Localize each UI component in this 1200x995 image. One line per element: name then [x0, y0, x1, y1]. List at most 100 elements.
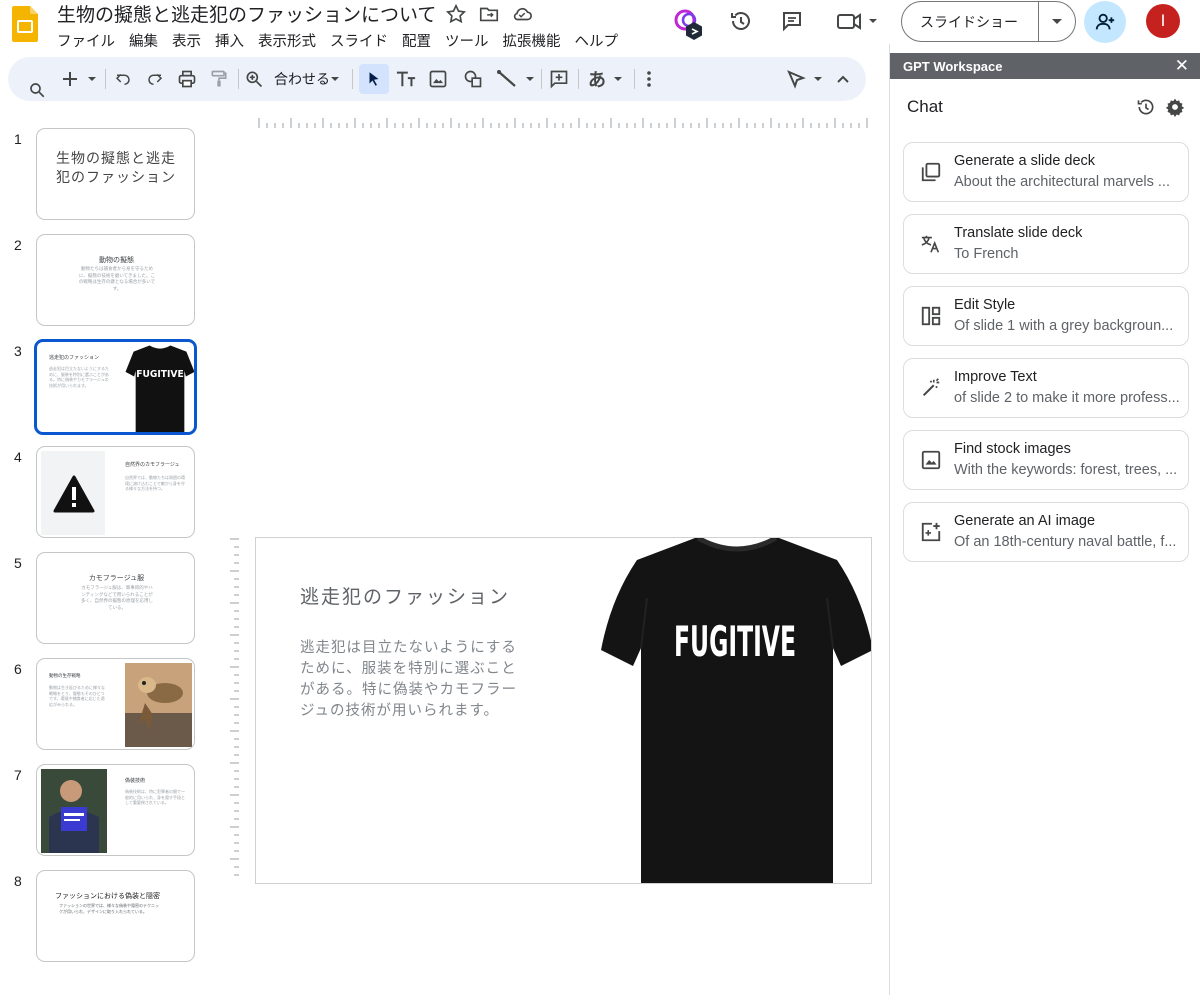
card-title: Generate an AI image	[954, 513, 1096, 529]
gpt-workspace-panel: GPT Workspace ✕ Chat Generate a slide de…	[889, 44, 1200, 995]
redo-icon	[148, 73, 163, 85]
select-tool[interactable]	[359, 64, 389, 94]
panel-title: GPT Workspace	[903, 58, 1003, 74]
menu-tools[interactable]: ツール	[445, 30, 489, 51]
slide-thumbnail-1[interactable]: 生物の擬態と逃走犯のファッション	[36, 128, 195, 220]
slideshow-dropdown[interactable]	[1039, 18, 1075, 26]
slide-thumbnail-5[interactable]: カモフラージュ服 カモフラージュ服は、軍事目的やハンティングなどで用いられること…	[36, 552, 195, 644]
search-menus-button[interactable]	[26, 79, 48, 101]
add-person-icon	[1095, 13, 1115, 30]
new-slide-button[interactable]	[60, 68, 98, 90]
close-icon[interactable]: ✕	[1175, 56, 1189, 76]
share-button[interactable]	[1084, 1, 1126, 43]
action-card-translate[interactable]: Translate slide deck To French	[903, 214, 1189, 274]
menu-extensions[interactable]: 拡張機能	[503, 30, 561, 51]
menu-view[interactable]: 表示	[172, 30, 201, 51]
thumb-title: 動物の擬態	[99, 256, 134, 264]
tshirt-thumbnail-image: FUGITIVE	[125, 345, 194, 432]
card-title: Generate a slide deck	[954, 153, 1096, 169]
vertical-ruler[interactable]	[229, 537, 239, 882]
menu-arrange[interactable]: 配置	[402, 30, 431, 51]
undo-icon	[115, 73, 130, 85]
add-comment-button[interactable]	[548, 68, 570, 90]
chat-label: Chat	[907, 97, 943, 116]
meet-call-icon[interactable]	[836, 9, 882, 33]
tshirt-image[interactable]: FUGITIVE	[601, 538, 872, 884]
slide-thumbnail-4[interactable]: 自然界のカモフラージュ 自然界では、動物たちは周囲の環境に溶け込むことで敵から身…	[36, 446, 195, 538]
menu-format[interactable]: 表示形式	[258, 30, 316, 51]
account-avatar[interactable]: I	[1146, 4, 1180, 38]
slide-thumbnail-2[interactable]: 動物の擬態 動物たちは捕食者から身を守るために、擬態の技術を磨いてきました。この…	[36, 234, 195, 326]
gpt-workspace-extension-icon[interactable]	[672, 8, 706, 42]
slide-thumbnail-8[interactable]: ファッションにおける偽装と隠密 ファッションの世界では、様々な偽装や隠密のテクニ…	[36, 870, 195, 962]
slide-number: 2	[14, 237, 22, 253]
menu-slide[interactable]: スライド	[330, 30, 388, 51]
slideshow-button[interactable]: スライドショー	[901, 1, 1076, 42]
action-card-stock-images[interactable]: Find stock images With the keywords: for…	[903, 430, 1189, 490]
menu-insert[interactable]: 挿入	[215, 30, 244, 51]
zoom-select[interactable]: 合わせる	[274, 68, 346, 90]
panel-header: GPT Workspace ✕	[890, 53, 1200, 79]
slide-thumbnail-7[interactable]: 偽装技術 偽装技術は、特に犯罪者の間で一般的に用いられ、身を隠す手段として重要視…	[36, 764, 195, 856]
plus-icon	[63, 72, 96, 86]
line-tool[interactable]	[496, 68, 536, 90]
star-icon[interactable]	[445, 3, 467, 25]
hiragana-a-icon: あ	[588, 70, 606, 91]
version-history-icon[interactable]	[729, 9, 753, 33]
action-card-ai-image[interactable]: Generate an AI image Of an 18th-century …	[903, 502, 1189, 562]
thumb-title: 生物の擬態と逃走犯のファッション	[56, 151, 176, 186]
pen-mode-button[interactable]	[786, 68, 826, 90]
card-subtitle: of slide 2 to make it more profess...	[954, 390, 1180, 406]
slide-thumbnail-6[interactable]: 動物の生存戦略 動物は生き延びるために様々な戦略をとり、擬態もそのひとつです。環…	[36, 658, 195, 750]
image-icon	[429, 70, 447, 88]
input-tools-button[interactable]: あ	[586, 68, 626, 91]
gear-icon[interactable]	[1165, 97, 1185, 117]
redo-button[interactable]	[144, 68, 166, 90]
cloud-saved-icon[interactable]	[511, 3, 533, 25]
more-options-button[interactable]	[640, 68, 658, 90]
card-subtitle: Of slide 1 with a grey backgroun...	[954, 318, 1174, 334]
shape-tool[interactable]	[462, 68, 484, 90]
slide-thumbnail-3[interactable]: 逃走犯のファッション 逃走犯は目立たないようにするために、服装を特別に選ぶことが…	[34, 339, 197, 435]
slide-body-text[interactable]: 逃走犯は目立たないようにするために、服装を特別に選ぶことがある。特に偽装やカモフ…	[300, 638, 525, 722]
cursor-icon	[369, 72, 379, 86]
magic-wand-icon	[922, 378, 940, 397]
menu-edit[interactable]: 編集	[129, 30, 158, 51]
chevron-down-icon	[614, 77, 622, 81]
slide-canvas[interactable]: 逃走犯のファッション 逃走犯は目立たないようにするために、服装を特別に選ぶことが…	[255, 537, 872, 884]
move-folder-icon[interactable]	[478, 3, 500, 25]
slideshow-label[interactable]: スライドショー	[902, 2, 1039, 41]
chevron-up-icon	[837, 75, 849, 83]
google-slides-app: 生物の擬態と逃走犯のファッションについて ファイル 編集 表示 挿入 表示形式 …	[0, 0, 1200, 995]
comments-icon[interactable]	[780, 9, 804, 33]
print-button[interactable]	[176, 68, 198, 90]
thumb-title: 自然界のカモフラージュ	[125, 462, 180, 468]
horizontal-ruler[interactable]	[257, 116, 870, 128]
history-icon[interactable]	[1136, 97, 1156, 117]
menu-help[interactable]: ヘルプ	[575, 30, 619, 51]
slide-title-text[interactable]: 逃走犯のファッション	[300, 582, 510, 609]
action-card-improve-text[interactable]: Improve Text of slide 2 to make it more …	[903, 358, 1189, 418]
card-subtitle: Of an 18th-century naval battle, f...	[954, 534, 1177, 550]
insert-image-tool[interactable]	[427, 68, 449, 90]
meerkat-photo	[125, 663, 192, 747]
thumb-body: 自然界では、動物たちは周囲の環境に溶け込むことで敵から身を守る様々な方法を持つ。	[125, 475, 185, 491]
undo-button[interactable]	[112, 68, 134, 90]
more-vert-icon	[647, 71, 651, 87]
card-title: Find stock images	[954, 441, 1071, 457]
action-card-edit-style[interactable]: Edit Style Of slide 1 with a grey backgr…	[903, 286, 1189, 346]
zoom-button[interactable]	[243, 68, 265, 90]
menu-file[interactable]: ファイル	[57, 30, 115, 51]
tshirt-text: FUGITIVE	[136, 369, 183, 380]
collapse-toolbar-button[interactable]	[832, 68, 854, 90]
warning-image	[41, 451, 105, 535]
paint-format-button[interactable]	[208, 68, 230, 90]
add-image-icon	[921, 522, 941, 542]
card-subtitle: About the architectural marvels ...	[954, 174, 1170, 190]
action-card-generate-deck[interactable]: Generate a slide deck About the architec…	[903, 142, 1189, 202]
slides-logo[interactable]	[12, 6, 38, 42]
document-title[interactable]: 生物の擬態と逃走犯のファッションについて	[57, 0, 436, 27]
thumb-title: 逃走犯のファッション	[49, 355, 100, 361]
text-box-tool[interactable]	[394, 68, 418, 90]
warning-icon	[53, 475, 95, 513]
